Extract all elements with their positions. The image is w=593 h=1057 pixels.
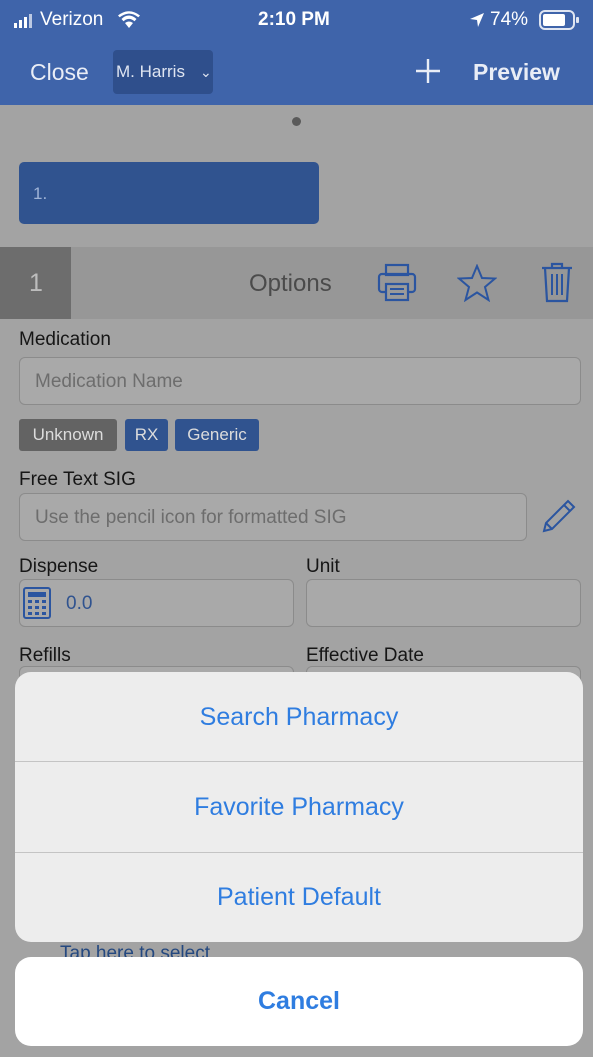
divider [15, 852, 583, 853]
signal-icon [14, 12, 32, 28]
unit-label: Unit [306, 556, 340, 577]
sig-label: Free Text SIG [19, 469, 136, 490]
patient-default-option[interactable]: Patient Default [15, 883, 583, 912]
search-pharmacy-option[interactable]: Search Pharmacy [15, 703, 583, 732]
tag-rx[interactable]: RX [125, 419, 168, 451]
tag-generic[interactable]: Generic [175, 419, 259, 451]
pencil-icon[interactable] [538, 497, 578, 542]
status-time: 2:10 PM [258, 9, 330, 30]
favorite-pharmacy-option[interactable]: Favorite Pharmacy [15, 793, 583, 822]
dispense-input[interactable]: 0.0 [19, 579, 294, 627]
rx-number-box: 1 [0, 247, 71, 319]
wifi-icon [118, 11, 140, 33]
cancel-button[interactable]: Cancel [15, 957, 583, 1046]
cancel-label: Cancel [258, 987, 340, 1015]
sig-input[interactable]: Use the pencil icon for formatted SIG [19, 493, 527, 541]
dispense-label: Dispense [19, 556, 99, 577]
preview-button[interactable]: Preview [473, 59, 560, 86]
medication-name-input[interactable]: Medication Name [19, 357, 581, 405]
close-button[interactable]: Close [30, 59, 89, 86]
location-arrow-icon [469, 12, 485, 33]
trash-icon[interactable] [540, 261, 574, 308]
rx-number: 1 [29, 269, 43, 297]
refills-label: Refills [19, 645, 71, 666]
medication-label: Medication [19, 329, 111, 350]
tag-unknown[interactable]: Unknown [19, 419, 117, 451]
pharmacy-action-sheet: Search Pharmacy Favorite Pharmacy Patien… [15, 672, 583, 942]
provider-name: M. Harris [116, 62, 185, 81]
battery-percent: 74% [490, 9, 529, 30]
battery-icon [539, 10, 581, 35]
rx-tab-1[interactable]: 1. [19, 162, 319, 224]
effective-date-label: Effective Date [306, 645, 424, 666]
options-button[interactable]: Options [249, 270, 332, 298]
sig-placeholder: Use the pencil icon for formatted SIG [35, 507, 347, 528]
unit-input[interactable] [306, 579, 581, 627]
print-icon[interactable] [377, 263, 417, 308]
add-icon[interactable] [415, 58, 441, 89]
medication-placeholder: Medication Name [35, 371, 183, 392]
chevron-down-icon: ⌄ [200, 64, 212, 80]
page-indicator-dot [292, 117, 301, 126]
rx-tab-label: 1. [33, 184, 48, 203]
star-icon[interactable] [456, 263, 498, 307]
provider-selector[interactable]: M. Harris ⌄ [113, 50, 213, 94]
carrier-name: Verizon [40, 9, 104, 30]
dispense-value: 0.0 [66, 593, 93, 614]
divider [15, 761, 583, 762]
calculator-icon[interactable] [23, 587, 51, 624]
